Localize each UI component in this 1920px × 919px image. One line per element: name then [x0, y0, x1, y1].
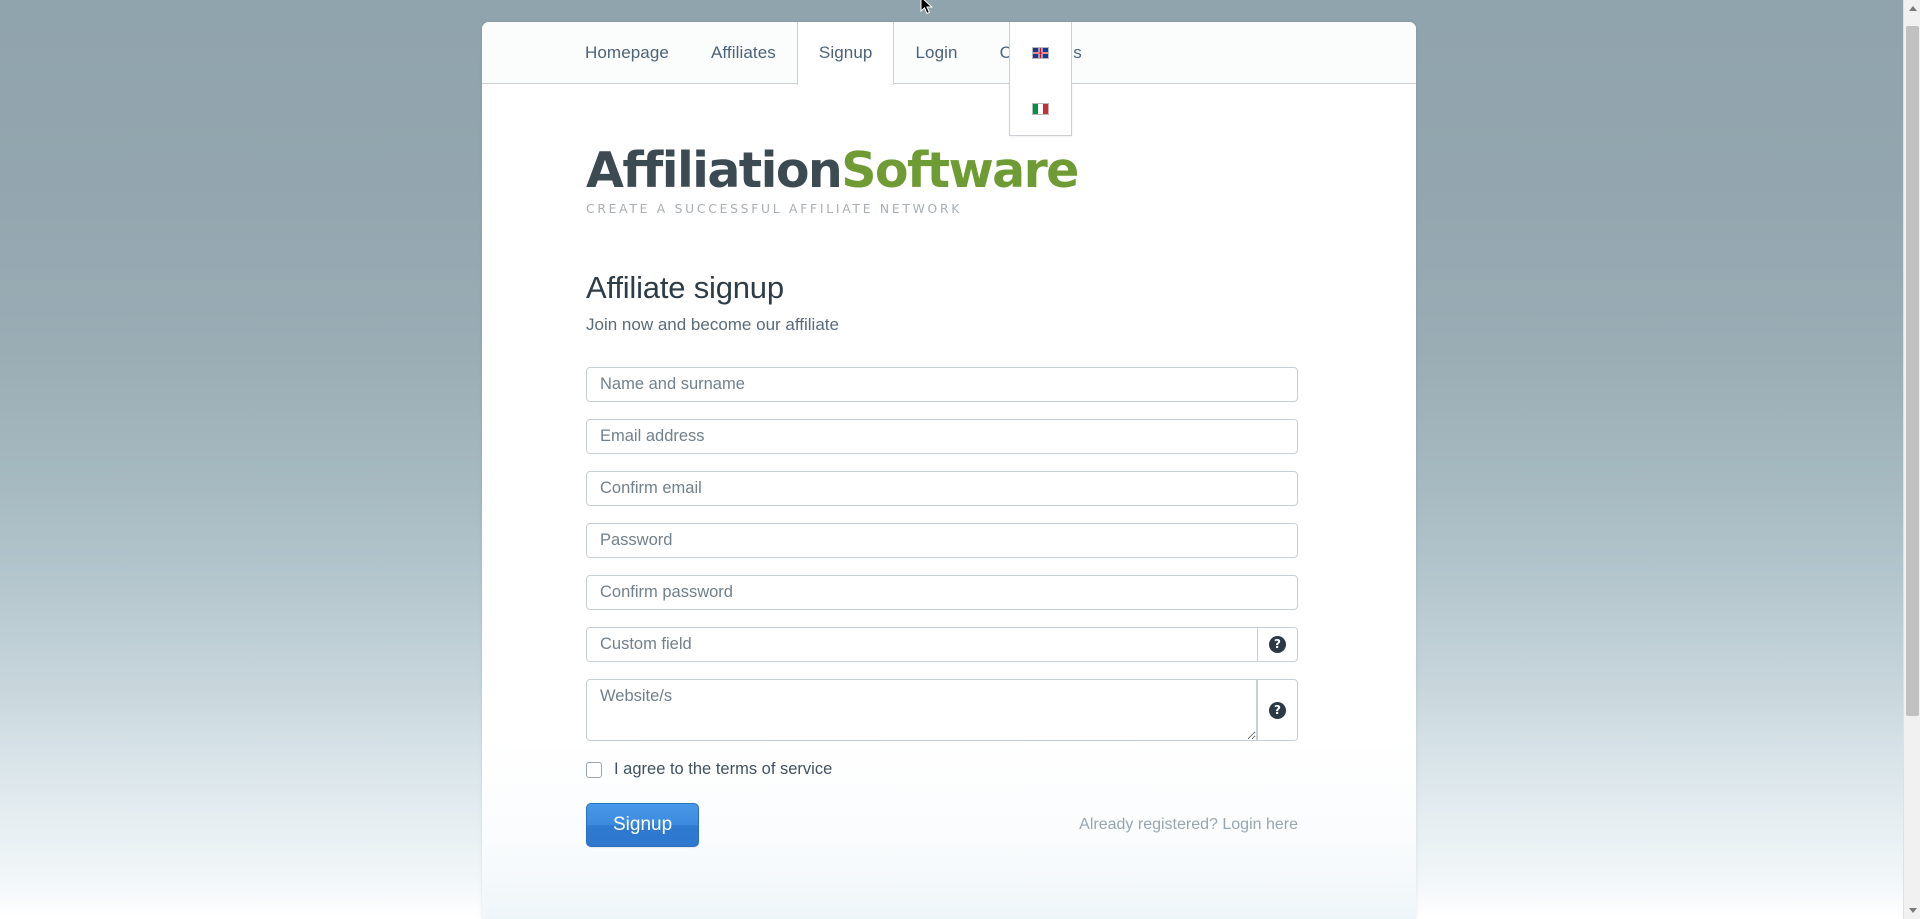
- language-option-italiano[interactable]: [1009, 83, 1072, 136]
- email-input[interactable]: [586, 419, 1298, 454]
- field-row-email: [586, 419, 1298, 454]
- nav-list: Homepage Affiliates Signup Login Contact…: [482, 22, 1416, 84]
- chevron-up-icon: [1909, 6, 1917, 11]
- field-row-name-surname: [586, 367, 1298, 402]
- language-current-english[interactable]: [1009, 22, 1072, 84]
- submit-row: Signup Already registered? Login here: [586, 803, 1298, 847]
- card-body: AffiliationSoftware CREATE A SUCCESSFUL …: [482, 84, 1416, 919]
- confirm-password-input[interactable]: [586, 575, 1298, 610]
- terms-checkbox[interactable]: [586, 762, 602, 778]
- nav-label: Login: [915, 43, 957, 63]
- logo-wordmark: AffiliationSoftware: [586, 146, 1416, 195]
- flag-gb-icon: [1032, 47, 1049, 59]
- scroll-up-button[interactable]: [1904, 0, 1920, 17]
- field-row-confirm-password: [586, 575, 1298, 610]
- content-card: Homepage Affiliates Signup Login Contact…: [482, 22, 1416, 919]
- name-surname-input[interactable]: [586, 367, 1298, 402]
- signup-button[interactable]: Signup: [586, 803, 699, 847]
- password-input[interactable]: [586, 523, 1298, 558]
- login-prompt: Already registered? Login here: [1079, 816, 1298, 834]
- nav-item-signup[interactable]: Signup: [797, 22, 895, 85]
- confirm-email-input[interactable]: [586, 471, 1298, 506]
- page-title: Affiliate signup: [586, 270, 1416, 306]
- websites-textarea[interactable]: [586, 679, 1257, 741]
- websites-help-button[interactable]: ?: [1257, 679, 1298, 741]
- language-selector: [1009, 22, 1072, 136]
- scrollbar-thumb[interactable]: [1906, 26, 1919, 716]
- main-navigation: Homepage Affiliates Signup Login Contact…: [482, 22, 1416, 84]
- help-icon: ?: [1269, 702, 1286, 719]
- flag-it-icon: [1032, 103, 1049, 115]
- nav-item-homepage[interactable]: Homepage: [564, 22, 690, 84]
- brand-logo[interactable]: AffiliationSoftware CREATE A SUCCESSFUL …: [482, 84, 1416, 216]
- field-row-websites: ?: [586, 679, 1298, 741]
- logo-word-dark: Affiliation: [586, 142, 841, 199]
- browser-viewport: Homepage Affiliates Signup Login Contact…: [0, 0, 1920, 919]
- terms-label[interactable]: I agree to the terms of service: [614, 760, 832, 779]
- signup-form: Affiliate signup Join now and become our…: [482, 270, 1416, 847]
- scroll-down-button[interactable]: [1904, 902, 1920, 919]
- login-prompt-text: Already registered?: [1079, 816, 1218, 833]
- logo-tagline: CREATE A SUCCESSFUL AFFILIATE NETWORK: [586, 202, 1416, 216]
- terms-row: I agree to the terms of service: [586, 760, 1416, 779]
- field-row-confirm-email: [586, 471, 1298, 506]
- help-icon: ?: [1269, 636, 1286, 653]
- nav-label: Affiliates: [711, 43, 776, 63]
- page-subtitle: Join now and become our affiliate: [586, 315, 1416, 335]
- field-row-password: [586, 523, 1298, 558]
- nav-item-affiliates[interactable]: Affiliates: [690, 22, 797, 84]
- vertical-scrollbar[interactable]: [1903, 0, 1920, 919]
- custom-field-help-button[interactable]: ?: [1257, 627, 1298, 662]
- mouse-cursor: [920, 0, 934, 16]
- nav-item-login[interactable]: Login: [894, 22, 978, 84]
- nav-label: Homepage: [585, 43, 669, 63]
- nav-label: Signup: [819, 43, 873, 63]
- chevron-down-icon: [1909, 908, 1917, 913]
- custom-field-input[interactable]: [586, 627, 1257, 662]
- login-here-link[interactable]: Login here: [1222, 816, 1298, 833]
- field-row-custom-field: ?: [586, 627, 1298, 662]
- logo-word-green: Software: [841, 142, 1078, 199]
